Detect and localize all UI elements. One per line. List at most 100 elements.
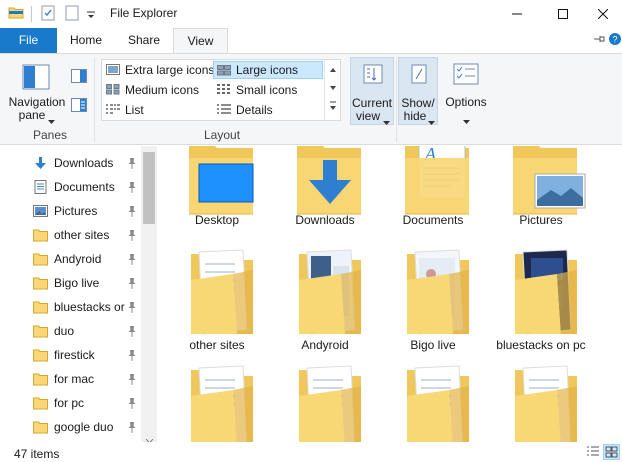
folder-tile[interactable]: Bigo live — [379, 246, 487, 352]
large-icons-toggle-icon[interactable] — [603, 444, 620, 460]
pin-icon[interactable] — [127, 301, 137, 313]
folder-tile[interactable] — [271, 362, 379, 442]
chevron-down-icon — [428, 114, 435, 128]
folder-tile[interactable]: Andyroid — [271, 246, 379, 352]
options-button[interactable]: Options — [442, 57, 490, 125]
folder-tile[interactable] — [379, 362, 487, 442]
nav-item[interactable]: other sites — [0, 223, 140, 247]
pin-icon[interactable] — [127, 205, 137, 217]
navigation-pane: Downloads Documents Pictures other sites And… — [0, 146, 157, 442]
folder-tile[interactable]: Desktop — [163, 146, 271, 238]
folder-docs-folder-icon — [177, 246, 265, 341]
minimize-button[interactable] — [494, 0, 540, 28]
nav-item-label: google duo — [54, 420, 114, 434]
folder-screens-folder-icon — [285, 246, 373, 341]
panes-group-label: Panes — [33, 128, 68, 142]
layout-option-label: Large icons — [236, 63, 299, 77]
layout-gallery-scroller[interactable] — [324, 60, 340, 120]
folder-docs-folder-icon — [285, 362, 373, 442]
pin-icon[interactable] — [127, 397, 137, 409]
details-view-toggle-icon[interactable] — [586, 445, 600, 461]
nav-item[interactable]: Documents — [0, 175, 140, 199]
customize-dropdown-icon[interactable] — [86, 9, 96, 23]
file-view: Desktop Downloads A Documents Pictures other … — [158, 146, 622, 442]
folder-tile-label: Bigo live — [410, 338, 456, 352]
layout-option-extra-large-icons[interactable]: Extra large icons — [103, 61, 214, 79]
tab-file[interactable]: File — [0, 28, 57, 53]
nav-item[interactable]: duo — [0, 319, 140, 343]
close-icon — [598, 9, 608, 19]
pin-icon[interactable] — [127, 373, 137, 385]
folder-tile-label: other sites — [189, 338, 245, 352]
folder-tile[interactable]: Downloads — [271, 146, 379, 238]
navigation-pane-button[interactable]: Navigation pane — [4, 58, 66, 124]
help-icon[interactable]: ? — [608, 32, 622, 49]
pin-icon[interactable] — [127, 421, 137, 433]
folder-tile[interactable]: bluestacks on pc — [487, 246, 595, 352]
folder-dark-folder-icon — [501, 246, 589, 341]
pin-ribbon-icon[interactable] — [592, 32, 606, 49]
nav-item-label: Andyroid — [54, 252, 102, 266]
tab-share[interactable]: Share — [115, 28, 173, 53]
folder-icon — [33, 396, 48, 410]
nav-item[interactable]: Pictures — [0, 199, 140, 223]
nav-item[interactable]: for pc — [0, 391, 140, 415]
preview-pane-icon[interactable] — [71, 69, 87, 86]
nav-item[interactable]: Andyroid — [0, 247, 140, 271]
folder-tile[interactable]: other sites — [163, 246, 271, 352]
scroll-down-arrow-icon[interactable] — [145, 432, 154, 442]
minimize-icon — [512, 13, 522, 15]
pin-icon[interactable] — [127, 181, 137, 193]
nav-scrollbar-thumb[interactable] — [143, 152, 155, 224]
properties-icon[interactable] — [40, 5, 56, 24]
window-title: File Explorer — [110, 6, 178, 20]
maximize-button[interactable] — [540, 0, 586, 28]
pin-icon[interactable] — [127, 349, 137, 361]
folder-app-icon[interactable] — [8, 5, 24, 24]
details-pane-icon[interactable] — [71, 98, 87, 115]
tab-view[interactable]: View — [173, 28, 228, 54]
pin-icon[interactable] — [127, 157, 137, 169]
nav-item-label: for mac — [54, 372, 95, 386]
maximize-icon — [558, 9, 568, 19]
nav-scrollbar[interactable] — [141, 146, 157, 442]
nav-item-label: Pictures — [54, 204, 98, 218]
folder-tile[interactable] — [487, 362, 595, 442]
nav-item[interactable]: firestick — [0, 343, 140, 367]
nav-item[interactable]: Downloads — [0, 151, 140, 175]
ribbon-view-panel: Navigation pane Panes Extra large icons … — [0, 53, 622, 145]
nav-item[interactable]: bluestacks or — [0, 295, 140, 319]
tab-home[interactable]: Home — [57, 28, 115, 53]
layout-option-list[interactable]: List — [103, 101, 211, 119]
nav-item[interactable]: Bigo live — [0, 271, 140, 295]
options-icon — [453, 63, 479, 88]
downloads-folder-icon — [285, 146, 373, 221]
folder-tile[interactable]: Pictures — [487, 146, 595, 238]
folder-icon — [33, 252, 48, 266]
layout-option-medium-icons[interactable]: Medium icons — [103, 81, 211, 99]
show-hide-icon — [409, 64, 429, 87]
new-folder-icon[interactable] — [64, 5, 80, 24]
folder-tile[interactable] — [163, 362, 271, 442]
pin-icon[interactable] — [127, 229, 137, 241]
layout-option-small-icons[interactable]: Small icons — [214, 81, 322, 99]
nav-item[interactable]: google duo — [0, 415, 140, 439]
nav-item-label: Downloads — [54, 156, 114, 170]
folder-icon — [33, 300, 48, 314]
layout-option-details[interactable]: Details — [214, 101, 322, 119]
current-view-button[interactable]: Current view — [350, 57, 394, 125]
folder-icon — [33, 276, 48, 290]
folder-docs-folder-icon — [501, 362, 589, 442]
show-hide-button[interactable]: Show/ hide — [398, 57, 438, 125]
extra-large-icons-icon — [106, 64, 120, 75]
nav-item[interactable]: for mac — [0, 367, 140, 391]
folder-tile[interactable]: A Documents — [379, 146, 487, 238]
group-divider — [94, 58, 95, 142]
pin-icon[interactable] — [127, 277, 137, 289]
layout-option-large-icons[interactable]: Large icons — [213, 61, 323, 79]
pin-icon[interactable] — [127, 253, 137, 265]
folder-tile-label: Documents — [402, 213, 464, 227]
pin-icon[interactable] — [127, 325, 137, 337]
close-button[interactable] — [584, 0, 622, 28]
svg-text:?: ? — [612, 35, 617, 45]
